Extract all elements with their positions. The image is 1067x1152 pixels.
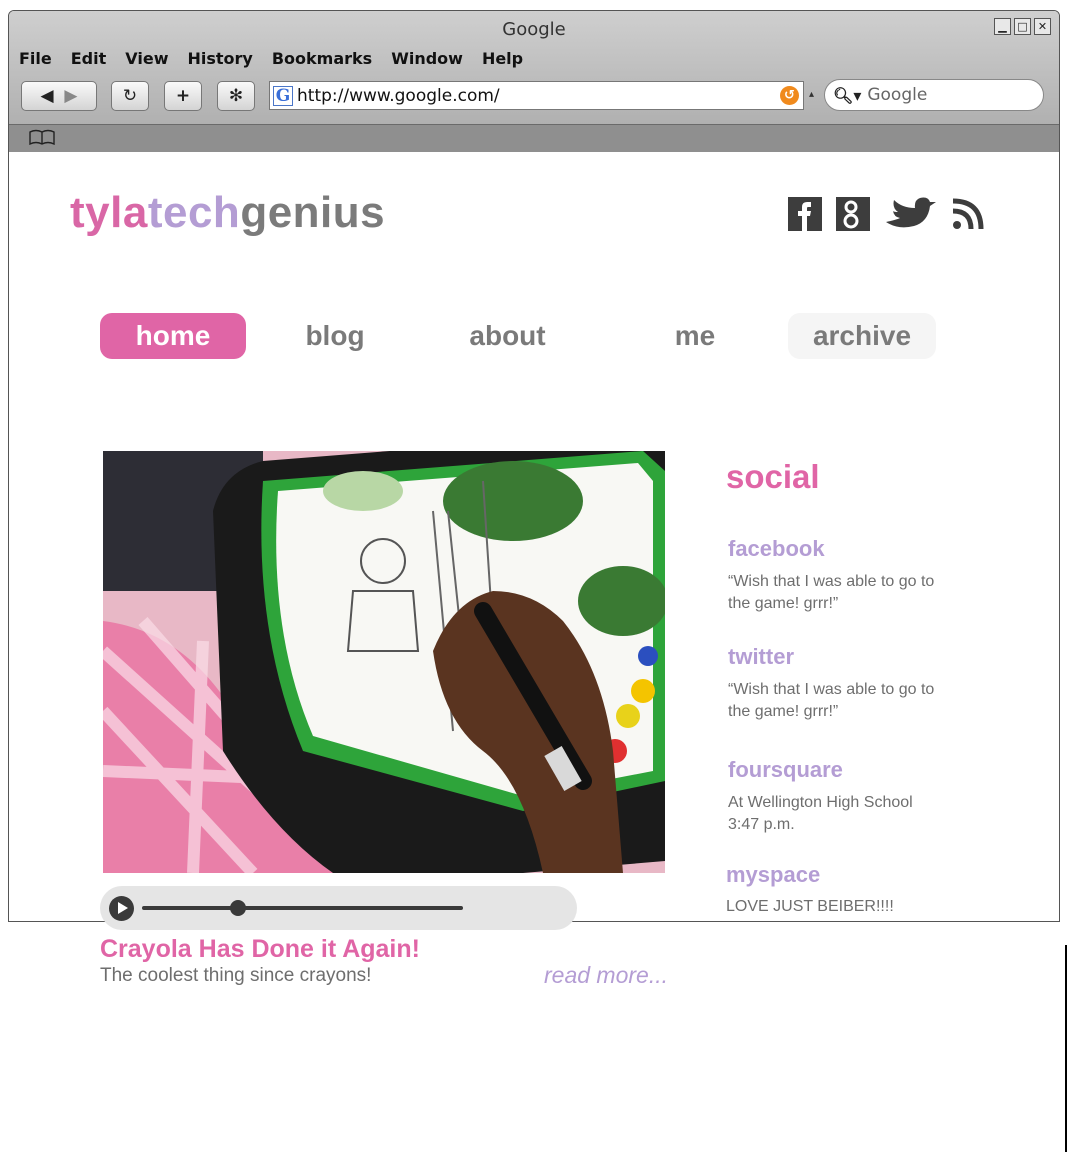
add-bookmark-button[interactable]: + bbox=[164, 81, 202, 111]
reload-icon: ↻ bbox=[122, 86, 138, 106]
nav-blog[interactable]: blog bbox=[280, 313, 390, 359]
bug-report-button[interactable]: ✻ bbox=[217, 81, 255, 111]
post-image[interactable] bbox=[103, 451, 665, 873]
minimize-button[interactable]: ▁ bbox=[994, 18, 1011, 35]
social-foursquare-line: At Wellington High School bbox=[728, 794, 913, 811]
toolbar: ◀ ▶ ↻ + ✻ G http://www.google.com/ ↺ ▴ 🔍… bbox=[19, 79, 1049, 113]
twitter-icon[interactable] bbox=[884, 196, 938, 232]
google-plus-icon[interactable] bbox=[836, 197, 870, 231]
audio-progress-knob[interactable] bbox=[230, 900, 247, 916]
bookmarks-bar bbox=[9, 124, 1059, 152]
search-field[interactable]: 🔍︎▾ Google bbox=[824, 79, 1044, 111]
post-subtitle: The coolest thing since crayons! bbox=[100, 965, 372, 986]
play-icon[interactable] bbox=[109, 896, 134, 921]
menu-bookmarks[interactable]: Bookmarks bbox=[272, 49, 372, 68]
menu-window[interactable]: Window bbox=[391, 49, 463, 68]
nav-me[interactable]: me bbox=[650, 313, 740, 359]
address-bar[interactable]: G http://www.google.com/ ↺ bbox=[269, 81, 804, 110]
menu-file[interactable]: File bbox=[19, 49, 52, 68]
social-facebook-heading[interactable]: facebook bbox=[728, 536, 825, 562]
nav-archive[interactable]: archive bbox=[788, 313, 936, 359]
close-button[interactable]: ✕ bbox=[1034, 18, 1051, 35]
audio-player bbox=[100, 886, 577, 930]
bug-icon: ✻ bbox=[228, 86, 244, 106]
menu-bar: File Edit View History Bookmarks Window … bbox=[19, 49, 542, 68]
audio-progress-track[interactable] bbox=[142, 906, 463, 910]
social-facebook-text: “Wish that I was able to go to the game!… bbox=[728, 571, 998, 615]
social-twitter-line: “Wish that I was able to go to bbox=[728, 681, 935, 698]
menu-history[interactable]: History bbox=[187, 49, 252, 68]
search-placeholder: Google bbox=[867, 85, 928, 105]
browser-chrome: Google ▁ □ ✕ File Edit View History Book… bbox=[9, 11, 1059, 152]
back-forward-button[interactable]: ◀ ▶ bbox=[21, 81, 97, 111]
social-foursquare-heading[interactable]: foursquare bbox=[728, 757, 843, 783]
nav-home[interactable]: home bbox=[100, 313, 246, 359]
snapback-icon[interactable]: ↺ bbox=[780, 86, 799, 105]
back-icon[interactable]: ◀ bbox=[41, 86, 54, 106]
menu-help[interactable]: Help bbox=[482, 49, 523, 68]
social-twitter-heading[interactable]: twitter bbox=[728, 644, 794, 670]
social-myspace-line: LOVE JUST BEIBER!!!! bbox=[726, 898, 894, 915]
logo-part-genius: genius bbox=[240, 188, 386, 237]
search-icon: 🔍︎▾ bbox=[833, 85, 862, 105]
social-icons bbox=[788, 196, 998, 232]
google-favicon-icon: G bbox=[273, 85, 293, 106]
facebook-icon[interactable] bbox=[788, 197, 822, 231]
nav-about[interactable]: about bbox=[445, 313, 570, 359]
main-nav: home blog about me archive bbox=[100, 313, 940, 360]
forward-icon[interactable]: ▶ bbox=[64, 86, 77, 106]
menu-view[interactable]: View bbox=[125, 49, 168, 68]
window-controls: ▁ □ ✕ bbox=[994, 18, 1051, 35]
book-icon[interactable] bbox=[29, 129, 55, 149]
plus-icon: + bbox=[175, 86, 191, 106]
menu-edit[interactable]: Edit bbox=[71, 49, 107, 68]
address-text[interactable]: http://www.google.com/ bbox=[297, 86, 500, 106]
social-facebook-line: “Wish that I was able to go to bbox=[728, 573, 935, 590]
social-foursquare-text: At Wellington High School 3:47 p.m. bbox=[728, 792, 998, 836]
logo-part-tyla: tyla bbox=[70, 188, 148, 237]
logo-part-tech: tech bbox=[147, 188, 241, 237]
reload-button[interactable]: ↻ bbox=[111, 81, 149, 111]
social-twitter-text: “Wish that I was able to go to the game!… bbox=[728, 679, 998, 723]
social-twitter-line: the game! grrr!” bbox=[728, 703, 839, 720]
social-facebook-line: the game! grrr!” bbox=[728, 595, 839, 612]
social-myspace-heading[interactable]: myspace bbox=[726, 862, 820, 888]
window-title: Google bbox=[502, 19, 566, 40]
social-foursquare-line: 3:47 p.m. bbox=[728, 816, 795, 833]
post-title[interactable]: Crayola Has Done it Again! bbox=[100, 935, 420, 964]
social-myspace-text: LOVE JUST BEIBER!!!! bbox=[726, 896, 996, 918]
site-logo[interactable]: tylatechgenius bbox=[70, 188, 385, 238]
rss-icon[interactable] bbox=[952, 198, 984, 230]
read-more-link[interactable]: read more... bbox=[544, 962, 668, 989]
sidebar-title: social bbox=[726, 458, 820, 495]
search-dropdown-icon[interactable]: ▴ bbox=[809, 89, 814, 100]
maximize-button[interactable]: □ bbox=[1014, 18, 1031, 35]
